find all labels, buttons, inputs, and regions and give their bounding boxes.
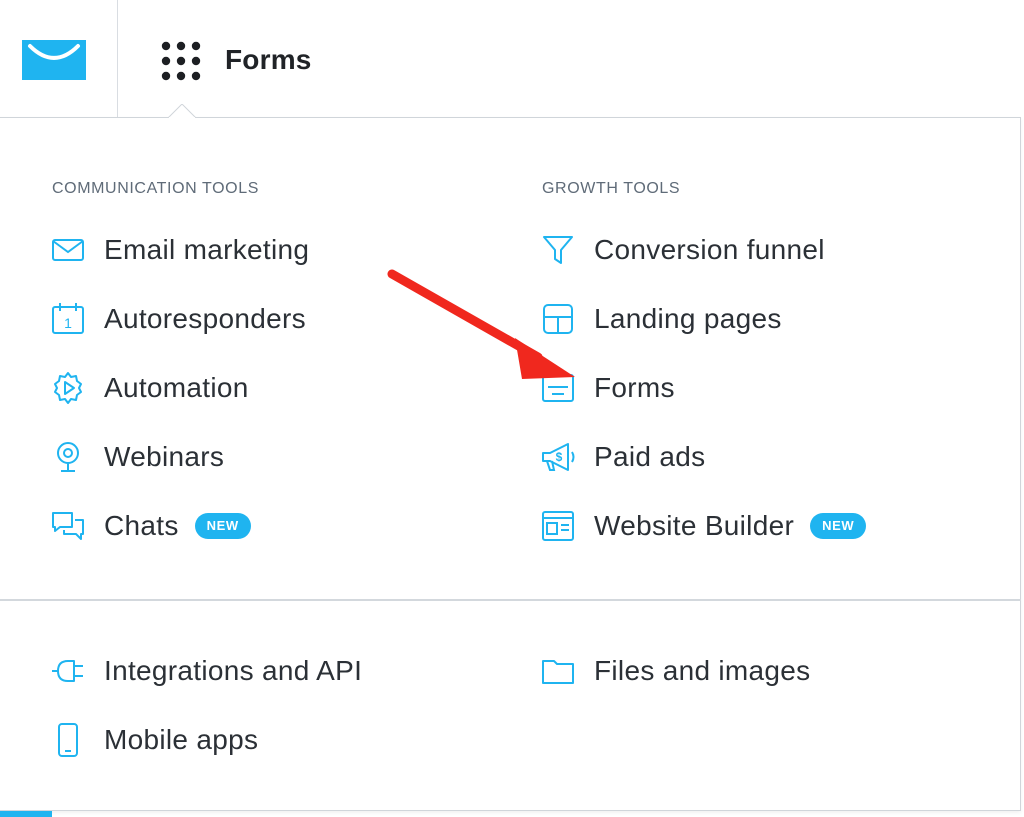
- menu-item-label: Chats: [104, 510, 179, 541]
- section-title-growth: GROWTH TOOLS: [542, 180, 681, 197]
- section-divider: [0, 599, 1021, 601]
- menu-item-label: Webinars: [104, 441, 225, 472]
- webcam-icon: [50, 439, 86, 475]
- menu-item-webinars[interactable]: Webinars: [50, 434, 224, 480]
- bottom-blue-tab: [0, 811, 52, 817]
- menu-item-label: Automation: [104, 372, 249, 403]
- menu-item-label: Paid ads: [594, 441, 706, 472]
- menu-item-label: Files and images: [594, 655, 811, 686]
- logo-icon[interactable]: [22, 40, 86, 80]
- menu-item-chats[interactable]: Chats NEW: [50, 503, 251, 549]
- section-title-communication: COMMUNICATION TOOLS: [52, 180, 259, 197]
- menu-item-label: Website Builder: [594, 510, 795, 541]
- plug-icon: [50, 653, 86, 689]
- menu-item-paid-ads[interactable]: $ Paid ads: [540, 434, 705, 480]
- chat-bubbles-icon: [50, 508, 86, 544]
- red-arrow-annotation: [387, 269, 575, 379]
- new-badge: NEW: [810, 513, 867, 539]
- menu-item-label: Autoresponders: [104, 303, 306, 334]
- menu-item-integrations-api[interactable]: Integrations and API: [50, 648, 362, 694]
- apps-grid-icon[interactable]: [160, 40, 202, 82]
- menu-item-mobile-apps[interactable]: Mobile apps: [50, 717, 258, 763]
- svg-text:$: $: [556, 450, 563, 464]
- menu-item-conversion-funnel[interactable]: Conversion funnel: [540, 227, 825, 273]
- dropdown-caret: [168, 104, 196, 118]
- apps-dropdown-panel: COMMUNICATION TOOLS GROWTH TOOLS Email m…: [0, 117, 1021, 811]
- page-title: Forms: [225, 44, 312, 75]
- new-badge: NEW: [194, 513, 251, 539]
- menu-item-files-images[interactable]: Files and images: [540, 648, 810, 694]
- logo-cell[interactable]: [0, 0, 118, 118]
- menu-item-website-builder[interactable]: Website Builder NEW: [540, 503, 867, 549]
- menu-item-label: Mobile apps: [104, 724, 259, 755]
- menu-item-label: Integrations and API: [104, 655, 363, 686]
- menu-item-autoresponders[interactable]: 1 Autoresponders: [50, 296, 306, 342]
- svg-text:1: 1: [64, 315, 72, 331]
- bottom-edge: [0, 811, 1024, 817]
- website-icon: [540, 508, 576, 544]
- menu-item-automation[interactable]: Automation: [50, 365, 249, 411]
- calendar-icon: 1: [50, 301, 86, 337]
- menu-item-email-marketing[interactable]: Email marketing: [50, 227, 309, 273]
- top-bar: Forms: [0, 0, 1024, 118]
- menu-item-label: Landing pages: [594, 303, 782, 334]
- menu-item-label: Conversion funnel: [594, 234, 825, 265]
- menu-item-label: Forms: [594, 372, 675, 403]
- folder-icon: [540, 653, 576, 689]
- megaphone-icon: $: [540, 439, 576, 475]
- envelope-icon: [50, 232, 86, 268]
- gear-play-icon: [50, 370, 86, 406]
- menu-item-label: Email marketing: [104, 234, 310, 265]
- smartphone-icon: [50, 722, 86, 758]
